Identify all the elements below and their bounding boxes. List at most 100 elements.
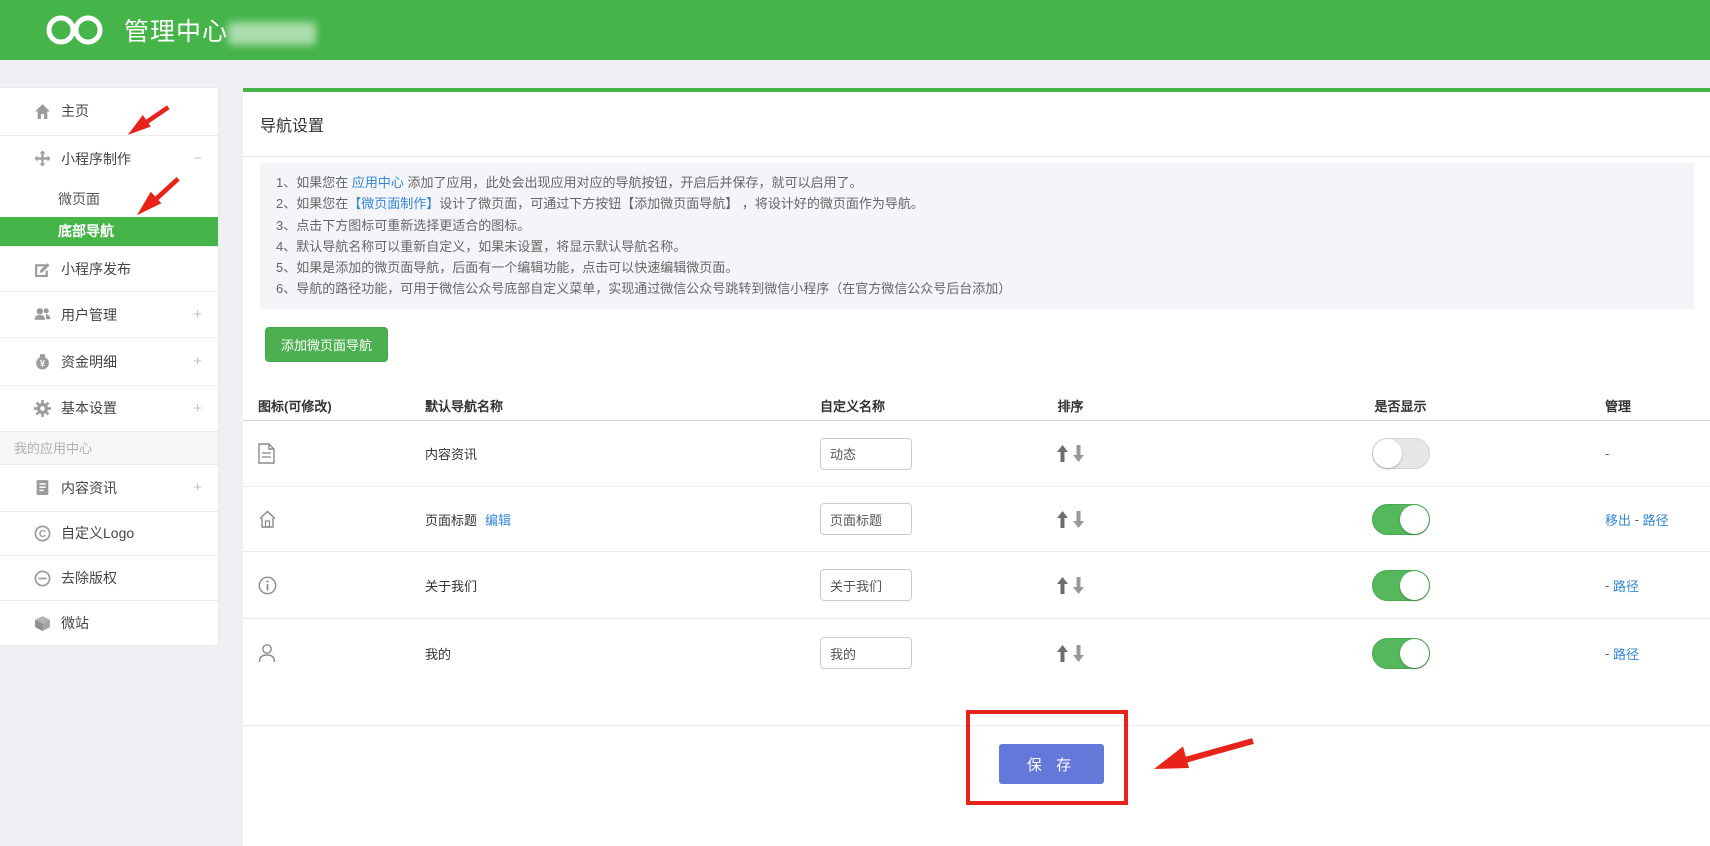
sort-up-icon[interactable] [1057,645,1068,662]
sort-down-icon[interactable] [1073,445,1084,462]
edit-icon [34,261,51,278]
sidebar-item-microsite[interactable]: 微站 [0,600,218,645]
home-line-icon [258,510,277,529]
collapse-icon[interactable]: − [193,150,202,167]
sidebar-item-label: 微站 [61,613,89,633]
nav-icon-cell[interactable] [258,487,277,551]
sidebar-item-micropage[interactable]: 微页面 [0,182,218,217]
toggle-knob [1373,439,1402,468]
sort-up-icon[interactable] [1057,577,1068,594]
sidebar-item-home[interactable]: 主页 [0,88,218,135]
instruction-line: 2、如果您在【微页面制作】设计了微页面，可通过下方按钮【添加微页面导航】 ，将设… [276,193,1678,214]
sidebar-item-basic-settings[interactable]: 基本设置 + [0,385,218,431]
table-header-row: 图标(可修改) 默认导航名称 自定义名称 排序 是否显示 管理 [243,389,1710,421]
app-center-link[interactable]: 应用中心 [352,175,404,190]
sidebar-item-label: 微页面 [58,189,100,209]
nav-icon-cell[interactable] [258,421,275,486]
sidebar-item-bottom-nav[interactable]: 底部导航 [0,217,218,247]
doc-page-icon [258,443,275,464]
instruction-line: 3、点击下方图标可重新选择更适合的图标。 [276,215,1678,236]
sidebar-section-my-app-center: 我的应用中心 [0,431,218,464]
col-header-manage: 管理 [1605,389,1631,421]
sidebar-item-label: 主页 [61,101,89,121]
brand-title: 管理中心 [124,12,228,48]
sidebar-item-content-news[interactable]: 内容资讯 + [0,464,218,511]
sidebar-item-label: 自定义Logo [61,523,134,543]
minus-circle-icon [34,570,51,587]
path-link[interactable]: 路径 [1613,644,1639,663]
sidebar-item-label: 底部导航 [58,221,114,241]
sidebar-item-miniprogram-build[interactable]: 小程序制作 − [0,135,218,182]
sort-down-icon[interactable] [1073,577,1084,594]
double-ring-logo-icon [44,14,110,46]
money-icon: ¥ [34,353,51,370]
expand-icon[interactable]: + [193,479,202,496]
manage-separator: - [1605,578,1613,593]
manage-separator: - [1605,646,1613,661]
main-panel: 导航设置 1、如果您在 应用中心 添加了应用，此处会出现应用对应的导航按钮，开启… [243,88,1710,846]
visibility-toggle[interactable] [1372,638,1430,669]
micropage-build-link[interactable]: 【微页面制作】 [348,196,439,211]
custom-name-input[interactable] [820,569,912,601]
expand-icon[interactable]: + [193,353,202,370]
move-icon [34,150,51,167]
gear-icon [34,400,51,417]
sidebar-item-remove-copyright[interactable]: 去除版权 [0,555,218,600]
sidebar-item-label: 资金明细 [61,352,117,372]
sidebar-item-user-management[interactable]: 用户管理 + [0,291,218,337]
table-row: 内容资讯 - [243,421,1710,487]
path-link[interactable]: 路径 [1613,576,1639,595]
instruction-line: 6、导航的路径功能，可用于微信公众号底部自定义菜单，实现通过微信公众号跳转到微信… [276,278,1678,299]
nav-icon-cell[interactable] [258,619,276,687]
instruction-line: 4、默认导航名称可以重新自定义，如果未设置，将显示默认导航名称。 [276,236,1678,257]
user-icon [258,643,276,663]
visibility-toggle[interactable] [1372,438,1430,469]
redacted-text [228,22,316,45]
col-header-show: 是否显示 [1328,389,1473,421]
sidebar-item-label: 内容资讯 [61,478,117,498]
copyright-icon: C [34,525,51,542]
sidebar-item-label: 去除版权 [61,568,117,588]
home-icon [34,103,51,120]
table-row: 页面标题编辑 移出 - 路径 [243,487,1710,552]
toggle-knob [1400,639,1429,668]
sidebar-item-label: 小程序发布 [61,259,131,279]
sidebar-item-label: 用户管理 [61,305,117,325]
custom-name-input[interactable] [820,438,912,470]
nav-default-name: 内容资讯 [425,444,477,463]
path-link[interactable]: 路径 [1643,510,1669,529]
custom-name-input[interactable] [820,637,912,669]
sort-down-icon[interactable] [1073,645,1084,662]
top-header-bar: 管理中心 [0,0,1710,60]
nav-default-name: 关于我们 [425,576,477,595]
custom-name-input[interactable] [820,503,912,535]
remove-link[interactable]: 移出 [1605,510,1631,529]
sidebar-nav: 主页 小程序制作 − 微页面 底部导航 小程序发布 用户管理 + ¥ 资金明细 … [0,88,218,645]
divider [243,156,1710,157]
sort-up-icon[interactable] [1057,445,1068,462]
sidebar-section-label: 我的应用中心 [14,438,92,457]
doc-icon [34,479,51,496]
visibility-toggle[interactable] [1372,570,1430,601]
sidebar-item-miniprogram-publish[interactable]: 小程序发布 [0,246,218,291]
edit-link[interactable]: 编辑 [485,510,511,529]
sidebar-item-custom-logo[interactable]: C 自定义Logo [0,511,218,556]
visibility-toggle[interactable] [1372,504,1430,535]
expand-icon[interactable]: + [193,400,202,417]
svg-text:C: C [39,529,46,540]
add-micropage-nav-button[interactable]: 添加微页面导航 [265,327,388,362]
nav-icon-cell[interactable] [258,552,277,618]
table-row: 我的 - 路径 [243,619,1710,726]
sidebar-item-label: 小程序制作 [61,149,131,169]
instructions-box: 1、如果您在 应用中心 添加了应用，此处会出现应用对应的导航按钮，开启后并保存，… [260,163,1694,309]
nav-default-name: 我的 [425,644,451,663]
toggle-knob [1400,571,1429,600]
instruction-line: 5、如果是添加的微页面导航，后面有一个编辑功能，点击可以快速编辑微页面。 [276,257,1678,278]
sort-up-icon[interactable] [1057,511,1068,528]
sort-down-icon[interactable] [1073,511,1084,528]
nav-default-name: 页面标题 [425,510,477,529]
sidebar-item-funds-detail[interactable]: ¥ 资金明细 + [0,337,218,385]
expand-icon[interactable]: + [193,306,202,323]
save-button[interactable]: 保 存 [999,744,1104,784]
col-header-icon: 图标(可修改) [258,389,332,421]
